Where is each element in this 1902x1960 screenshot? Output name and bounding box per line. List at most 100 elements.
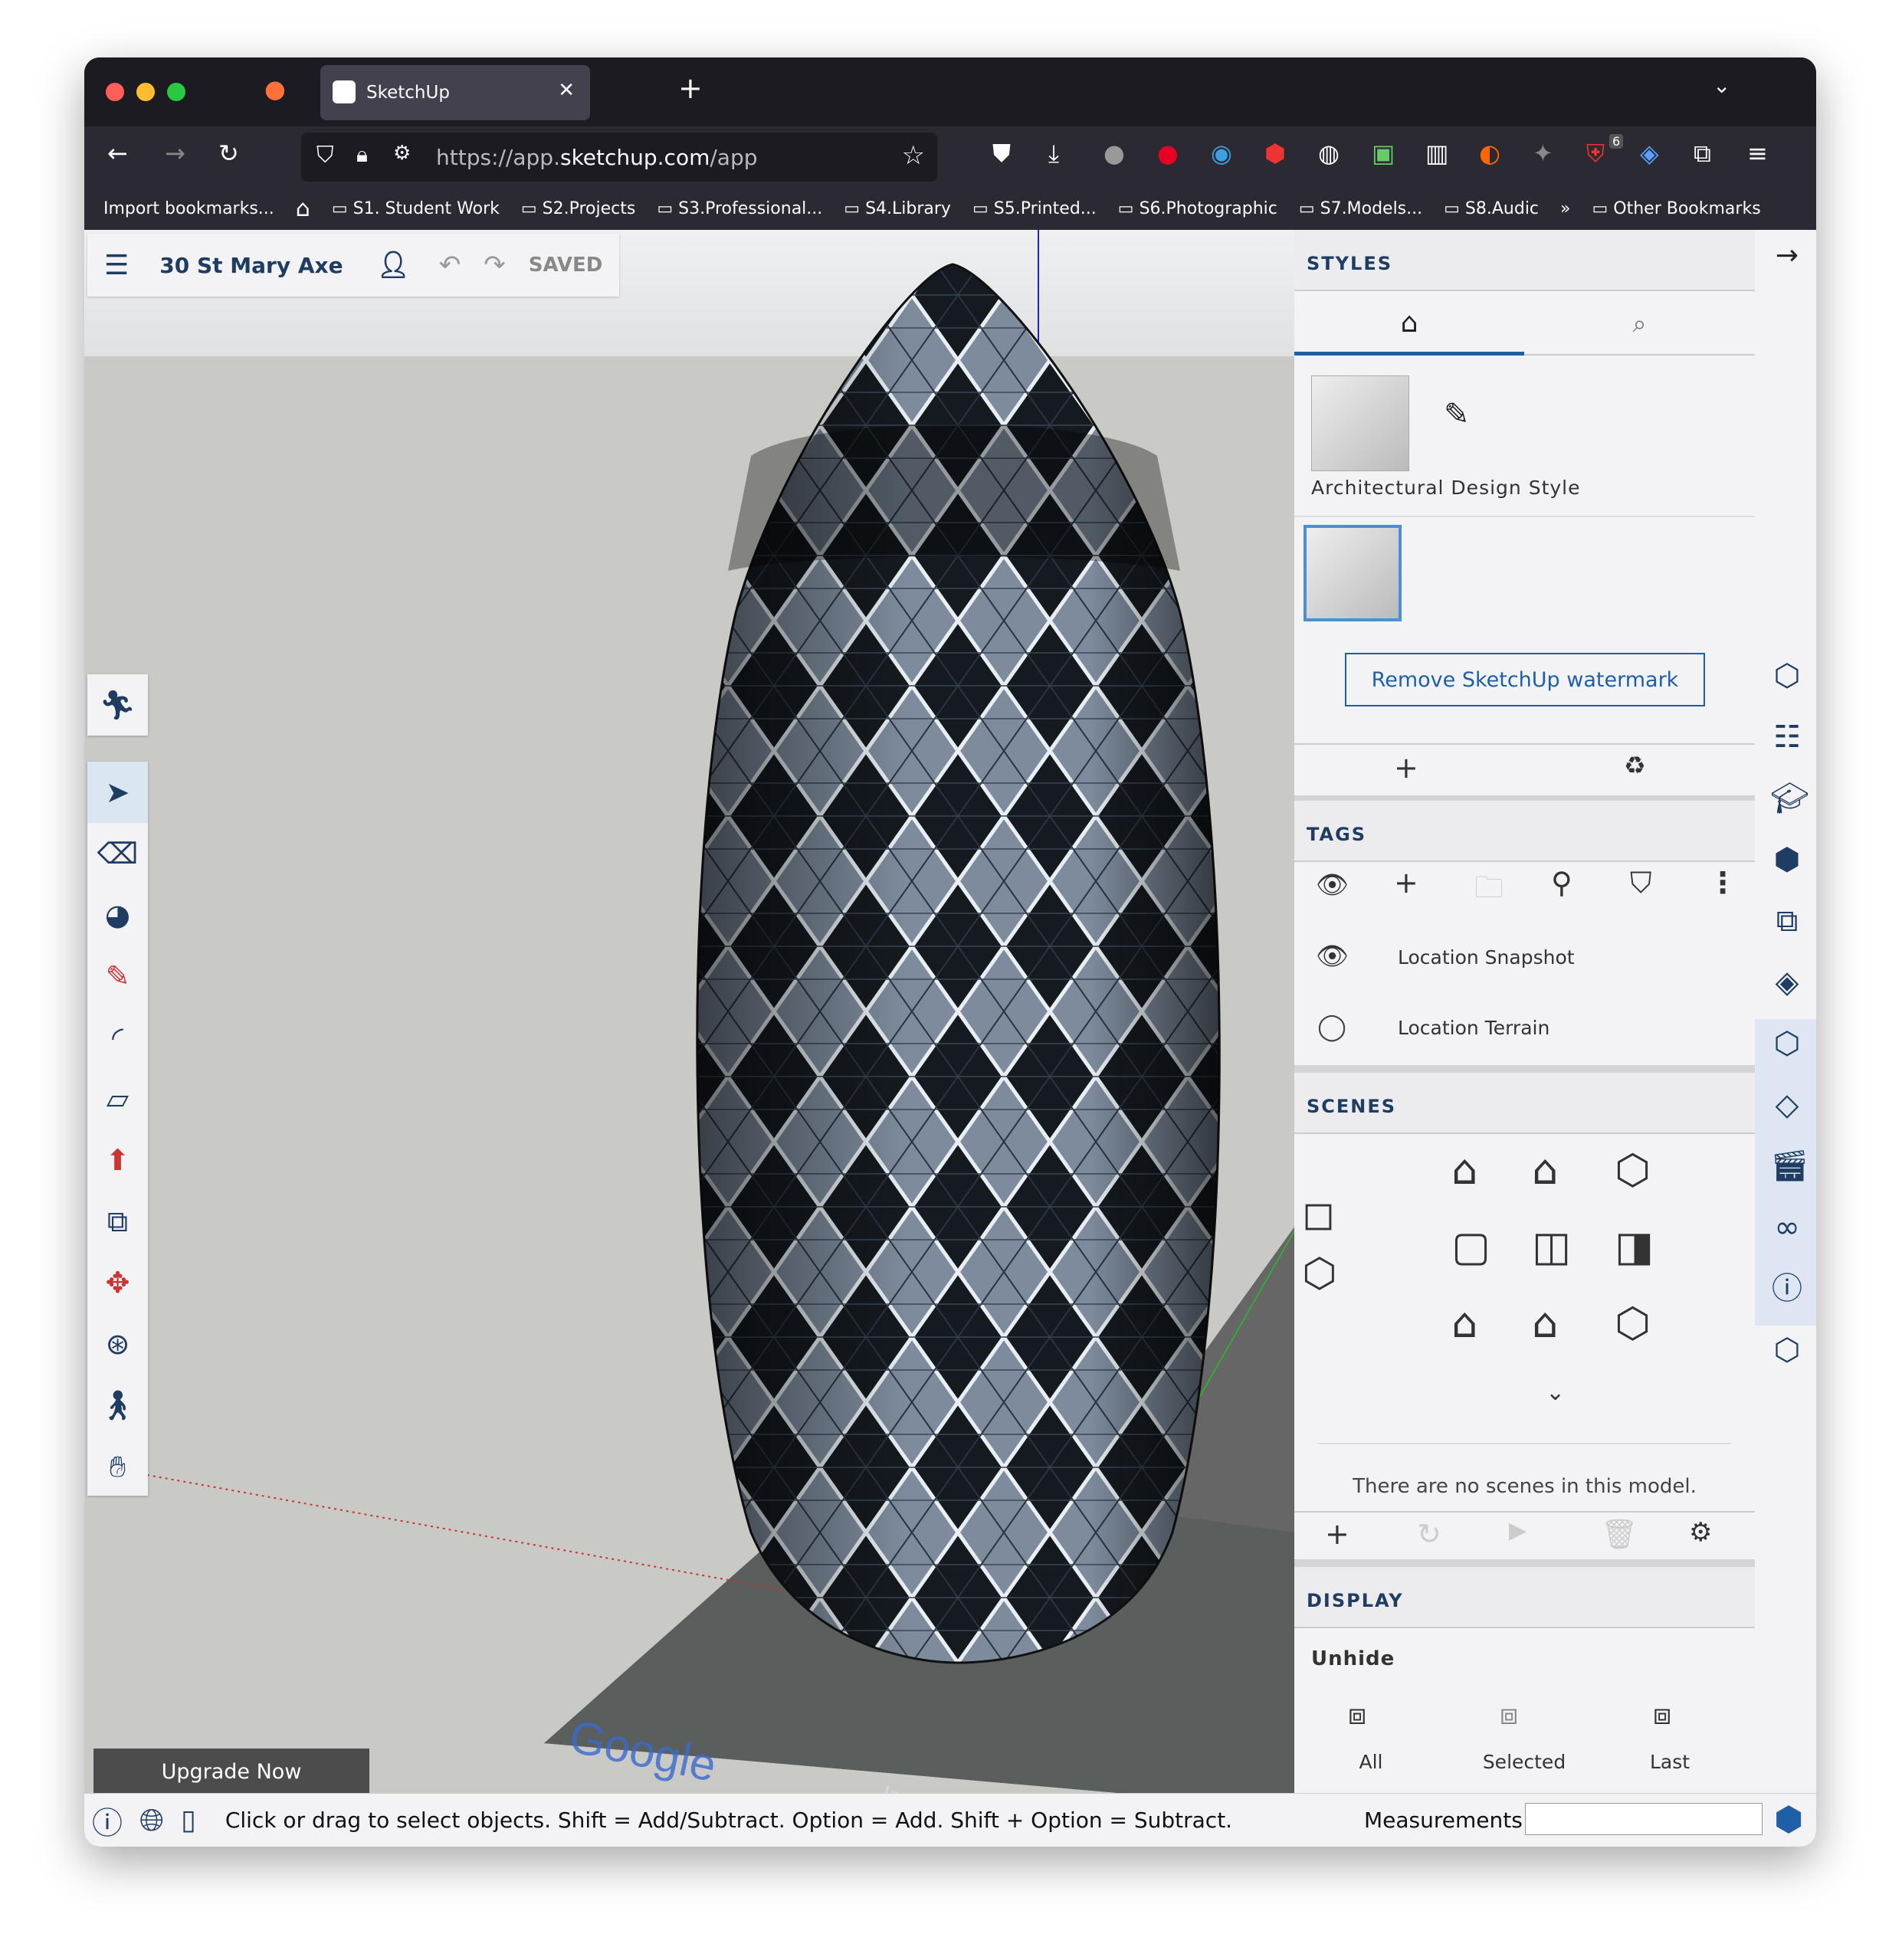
unhide-selected-label[interactable]: Selected (1471, 1751, 1578, 1773)
bookmark-folder[interactable]: S1. Student Work (332, 199, 500, 218)
ublock-icon[interactable]: ⛨ (1586, 139, 1605, 169)
3d-warehouse-icon[interactable]: ⬡ (1770, 1333, 1804, 1367)
brave-icon[interactable]: ◐ (1479, 139, 1500, 168)
scenes-panel-icon[interactable]: 🎬︎ (1770, 1149, 1809, 1183)
extension-avatar-icon[interactable]: ● (1103, 139, 1125, 168)
iso-view-icon[interactable]: ⌂ (1451, 1146, 1477, 1194)
hamburger-menu-icon[interactable]: ☰ (104, 250, 129, 281)
menu-icon[interactable]: ≡ (1747, 139, 1768, 168)
add-scene-icon[interactable]: + (1325, 1517, 1349, 1551)
tags-panel-icon[interactable]: ◇ (1770, 1088, 1804, 1122)
styles-tab-in-model[interactable]: ⌂ (1294, 293, 1524, 356)
bookmark-import[interactable]: Import bookmarks... (103, 199, 274, 218)
walk-tool-icon[interactable]: 🚶︎ (87, 1375, 148, 1436)
edge-extension-icon[interactable]: ◉ (1211, 139, 1232, 168)
unhide-all-label[interactable]: All (1340, 1751, 1402, 1773)
shield-icon[interactable]: ⛉ (316, 142, 334, 169)
right-view-icon[interactable]: ▢ (1451, 1222, 1490, 1270)
arc-tool-icon[interactable]: ◜ (87, 1007, 148, 1068)
close-tab-icon[interactable]: ✕ (558, 79, 575, 102)
pencil-tool-icon[interactable]: ✎ (87, 946, 148, 1007)
unhide-selected-icon[interactable]: ⧈ (1500, 1697, 1518, 1732)
orbit-tool-icon[interactable]: ⊛ (87, 1313, 148, 1375)
bookmark-star-icon[interactable]: ☆ (902, 140, 925, 171)
pan-tool-icon[interactable]: ✋︎ (87, 1436, 148, 1497)
outliner-icon[interactable]: ☷ (1770, 720, 1804, 754)
undo-icon[interactable]: ↶ (439, 250, 461, 280)
layers-icon[interactable]: ◈ (1640, 139, 1659, 168)
bottom-view-icon[interactable]: ⌂ (1451, 1299, 1477, 1347)
scene-settings-gear-icon[interactable]: ⚙ (1689, 1517, 1712, 1548)
eraser-tool-icon[interactable]: ⌫ (87, 823, 148, 884)
tab-list-chevron-icon[interactable]: ⌄ (1713, 73, 1730, 98)
rectangle-tool-icon[interactable]: ▱ (87, 1068, 148, 1129)
collapse-panel-arrow-icon[interactable]: → (1770, 239, 1804, 273)
paint-bucket-tool-icon[interactable]: ◕ (87, 884, 148, 946)
unhide-all-icon[interactable]: ⧈ (1348, 1697, 1366, 1732)
minimize-window-button[interactable] (136, 83, 155, 101)
back-icon[interactable]: ← (107, 139, 128, 168)
pinterest-icon[interactable]: ● (1157, 139, 1179, 168)
pocket-icon[interactable]: ⛊ (992, 139, 1011, 169)
push-pull-tool-icon[interactable]: ⬆ (87, 1129, 148, 1191)
unhide-last-icon[interactable]: ⧈ (1653, 1697, 1671, 1732)
search-tags-icon[interactable]: ⚲ (1551, 866, 1572, 900)
current-style-thumbnail[interactable] (1311, 375, 1409, 471)
front-view-icon[interactable]: ⬡ (1615, 1146, 1651, 1194)
add-tag-icon[interactable]: + (1394, 866, 1418, 900)
toggle-all-visibility-eye-icon[interactable]: 👁︎ (1316, 870, 1349, 900)
house-view-icon[interactable]: ⌂ (1532, 1299, 1558, 1347)
model-info-icon[interactable]: ⓘ (1770, 1272, 1804, 1306)
url-bar[interactable]: ⛉ 🔒︎ ⚙ https://app. sketchup.com/app ☆ (301, 133, 937, 182)
remove-watermark-button[interactable]: Remove SketchUp watermark (1345, 653, 1705, 706)
back-view-icon[interactable]: ◫ (1532, 1222, 1571, 1270)
bookmark-folder[interactable]: S2.Projects (521, 199, 636, 218)
close-window-button[interactable] (106, 83, 124, 101)
scene-thumbnail-view-icon[interactable]: ◻ (1302, 1191, 1335, 1237)
add-style-icon[interactable]: + (1394, 751, 1418, 785)
maximize-window-button[interactable] (167, 83, 185, 101)
bookmark-folder[interactable]: S8.Audic (1444, 199, 1539, 218)
model-name[interactable]: 30 St Mary Axe (159, 253, 343, 278)
home-icon[interactable]: ⌂ (296, 195, 310, 222)
lock-icon[interactable]: 🔒︎ (356, 142, 368, 168)
more-bookmarks-chevron-icon[interactable]: » (1560, 199, 1570, 218)
components-icon[interactable]: ⬢ (1770, 843, 1804, 877)
edit-style-icon[interactable]: ✎ (1444, 397, 1470, 432)
materials-icon[interactable]: ⧉ (1770, 904, 1804, 938)
expand-views-chevron-icon[interactable]: ⌄ (1546, 1379, 1565, 1406)
search-tool-icon[interactable]: 🏃︎ (87, 674, 148, 736)
unhide-last-label[interactable]: Last (1639, 1751, 1700, 1773)
bookmark-folder[interactable]: S7.Models... (1299, 199, 1422, 218)
cc-icon[interactable]: ◍ (1318, 139, 1340, 168)
adblock-icon[interactable]: ⬢ (1264, 139, 1286, 168)
measurements-input[interactable] (1525, 1803, 1763, 1835)
instructor-icon[interactable]: 🎓︎ (1770, 782, 1809, 815)
forward-icon[interactable]: → (165, 139, 185, 168)
style-thumbnail-selected[interactable] (1304, 525, 1402, 621)
share-user-icon[interactable]: 👤︎ (377, 250, 410, 280)
permissions-icon[interactable]: ⚙ (393, 142, 411, 165)
entity-info-icon[interactable]: ⬡ (1770, 659, 1804, 693)
barcode-icon[interactable]: ▥ (1425, 139, 1448, 168)
extensions-icon[interactable]: ⧉ (1694, 139, 1711, 169)
tag-colors-icon[interactable]: ⛉ (1630, 866, 1652, 900)
mouse-icon[interactable]: ▯ (181, 1804, 196, 1836)
viewport-3d[interactable]: Google Imagery ©2011 , Terms of Use (84, 230, 1295, 1793)
extension-green-icon[interactable]: ▣ (1372, 139, 1395, 168)
recycle-style-icon[interactable]: ♻ (1624, 751, 1646, 780)
new-tab-button[interactable]: + (678, 71, 703, 105)
bird-icon[interactable]: ✦ (1533, 139, 1553, 168)
display-panel-glasses-icon[interactable]: ∞ (1770, 1211, 1804, 1244)
left-view-icon[interactable]: ◨ (1615, 1222, 1654, 1270)
downloads-icon[interactable]: ⤓ (1048, 139, 1059, 169)
tab-sketchup[interactable]: SketchUp ✕ (320, 65, 590, 120)
move-tool-icon[interactable]: ✥ (87, 1252, 148, 1313)
styles-tab-browse[interactable]: ⌕ (1524, 293, 1755, 356)
offset-tool-icon[interactable]: ⧉ (87, 1191, 148, 1252)
tags-more-options-icon[interactable]: ⋮ (1708, 866, 1737, 900)
tag-visibility-eye-icon[interactable]: 👁︎ (1316, 941, 1349, 972)
scene-list-view-icon[interactable]: ⬡ (1302, 1250, 1336, 1296)
redo-icon[interactable]: ↷ (484, 250, 506, 280)
bookmark-folder[interactable]: S3.Professional... (657, 199, 822, 218)
